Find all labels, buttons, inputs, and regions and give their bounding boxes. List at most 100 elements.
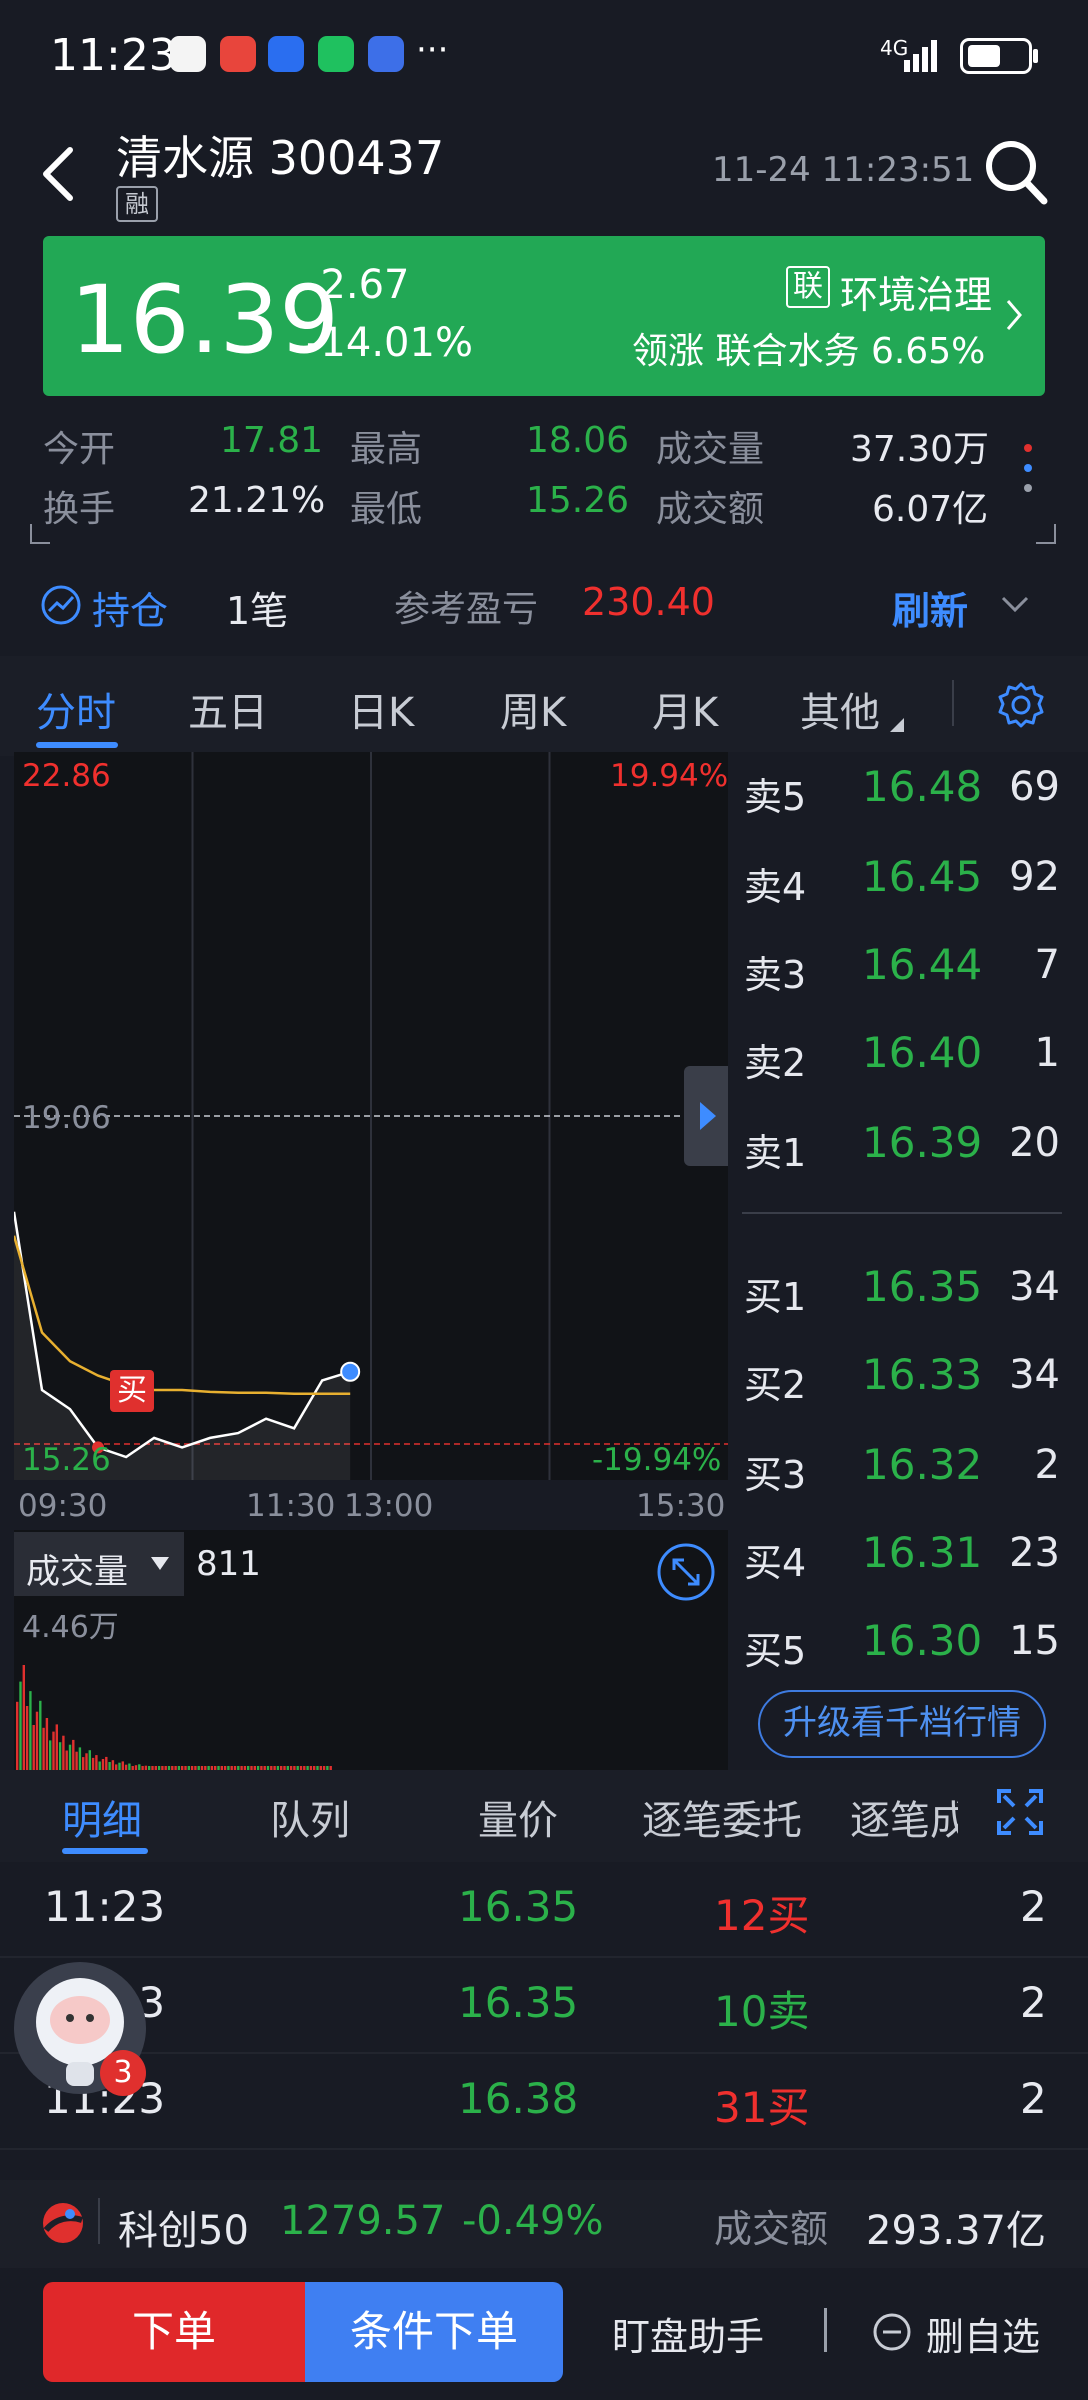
bid1-price[interactable]: 16.35	[862, 1262, 982, 1311]
tab-monthly-k[interactable]: 月K	[652, 680, 718, 738]
remove-favorite-button[interactable]: 删自选	[926, 2306, 1040, 2361]
bid3-price[interactable]: 16.32	[862, 1440, 982, 1489]
ask4-price[interactable]: 16.45	[862, 852, 982, 901]
volume-bar	[55, 1724, 58, 1770]
volume-bar	[111, 1760, 115, 1770]
place-order-button[interactable]: 下单	[43, 2282, 305, 2382]
tab-trade-by-trade[interactable]: 逐笔成	[850, 1788, 958, 1846]
refresh-button[interactable]: 刷新	[892, 580, 968, 635]
volume-bar	[35, 1711, 39, 1770]
price-area	[14, 1211, 351, 1480]
signal-icon	[904, 40, 937, 72]
more-dots-icon[interactable]	[1018, 440, 1038, 500]
orderbook-toggle[interactable]	[684, 1066, 728, 1166]
bid2-price[interactable]: 16.33	[862, 1350, 982, 1399]
fullscreen-chart-icon[interactable]	[656, 1542, 716, 1602]
volume-bar	[39, 1700, 42, 1770]
tab-weekly-k[interactable]: 周K	[500, 680, 566, 738]
bid1-label: 买1	[744, 1275, 807, 1319]
tab-order-by-order[interactable]: 逐笔委托	[642, 1788, 802, 1846]
ask3-price[interactable]: 16.44	[862, 940, 982, 989]
stat-value-open: 17.81	[220, 420, 324, 461]
collapse-corner-icon[interactable]	[28, 522, 52, 546]
bid3-volume: 2	[1034, 1442, 1060, 1488]
pl-value: 230.40	[582, 580, 715, 624]
holding-label[interactable]: 持仓	[92, 580, 168, 635]
sector-name[interactable]: 环境治理	[840, 264, 992, 319]
trade-count: 2	[1020, 1978, 1047, 2027]
buy-marker[interactable]: 买	[110, 1370, 154, 1412]
chevron-down-icon[interactable]	[1000, 594, 1030, 614]
tab-intraday[interactable]: 分时	[36, 680, 116, 738]
volume-bar	[88, 1750, 91, 1770]
volume-bar	[98, 1761, 101, 1770]
volume-value: 811	[196, 1544, 261, 1584]
trade-count: 2	[1020, 1882, 1047, 1931]
index-divider	[98, 2198, 100, 2244]
trade-price: 16.35	[458, 1978, 579, 2027]
stat-label-amount: 成交额	[656, 489, 765, 530]
volume-bar	[65, 1750, 68, 1770]
pl-label: 参考盈亏	[394, 589, 539, 630]
wechat-icon	[318, 36, 354, 72]
bid4-price[interactable]: 16.31	[862, 1528, 982, 1577]
search-icon[interactable]	[984, 138, 1048, 206]
stat-label-volume: 成交量	[656, 429, 765, 470]
volume-indicator-select[interactable]: 成交量	[14, 1532, 184, 1596]
volume-bar	[101, 1759, 105, 1770]
monitor-assistant-button[interactable]: 盯盘助手	[612, 2306, 764, 2361]
trade-time: 11:23	[44, 1882, 166, 1931]
index-turnover: 293.37亿	[866, 2208, 1046, 2254]
stat-label-turnover-rate: 换手	[43, 489, 116, 530]
app-icon	[268, 36, 304, 72]
axis-bottom-pct: -19.94%	[592, 1442, 722, 1478]
volume-bar	[62, 1735, 65, 1770]
volume-bar	[118, 1762, 121, 1770]
tab-other[interactable]: 其他	[800, 680, 880, 738]
stat-value-amount: 6.07亿	[872, 489, 989, 530]
tab-five-day[interactable]: 五日	[188, 680, 268, 738]
bid4-volume: 23	[1009, 1530, 1060, 1576]
minus-circle-icon[interactable]	[872, 2312, 912, 2352]
back-icon[interactable]	[40, 146, 76, 202]
expand-corner-icon[interactable]	[1034, 522, 1058, 546]
expand-icon[interactable]	[996, 1788, 1044, 1836]
volume-bar	[108, 1762, 111, 1770]
action-divider	[824, 2308, 827, 2352]
battery-level	[968, 45, 1000, 67]
tab-daily-k[interactable]: 日K	[348, 680, 414, 738]
chevron-right-icon[interactable]	[1004, 298, 1024, 332]
tab-details[interactable]: 明细	[62, 1788, 142, 1846]
bid5-label: 买5	[744, 1629, 807, 1673]
avg-price-line	[14, 1235, 351, 1396]
tab-queue[interactable]: 队列	[270, 1788, 350, 1846]
ask1-price[interactable]: 16.39	[862, 1118, 982, 1167]
volume-bar	[78, 1747, 82, 1770]
axis-mid-price: 19.06	[22, 1100, 111, 1136]
index-logo-icon	[43, 2203, 83, 2243]
ask5-label: 卖5	[744, 775, 807, 819]
volume-bar	[29, 1691, 32, 1770]
trade-qty: 10卖	[714, 1987, 810, 2036]
bid5-price[interactable]: 16.30	[862, 1616, 982, 1665]
ask5-price[interactable]: 16.48	[862, 762, 982, 811]
assistant-badge: 3	[100, 2050, 146, 2096]
time-label-close: 15:30	[636, 1488, 726, 1524]
bid5-volume: 15	[1009, 1618, 1060, 1664]
holding-icon	[41, 585, 81, 625]
conditional-order-button[interactable]: 条件下单	[305, 2282, 563, 2382]
volume-bar	[75, 1751, 78, 1770]
trade-row: 11:23 16.35 12买 2	[0, 1862, 1088, 1958]
holding-count: 1笔	[226, 589, 289, 633]
dropdown-triangle-icon	[151, 1557, 169, 1570]
stat-label-low: 最低	[350, 489, 423, 530]
tab-volume-price[interactable]: 量价	[478, 1788, 558, 1846]
ask4-label: 卖4	[744, 865, 807, 909]
upgrade-depth-button[interactable]: 升级看千档行情	[758, 1690, 1046, 1758]
volume-bar	[105, 1756, 108, 1770]
volume-bar	[49, 1740, 52, 1770]
stat-value-turnover-rate: 21.21%	[188, 480, 326, 521]
ask2-price[interactable]: 16.40	[862, 1028, 982, 1077]
settings-gear-icon[interactable]	[996, 680, 1046, 730]
volume-bar	[42, 1727, 45, 1770]
